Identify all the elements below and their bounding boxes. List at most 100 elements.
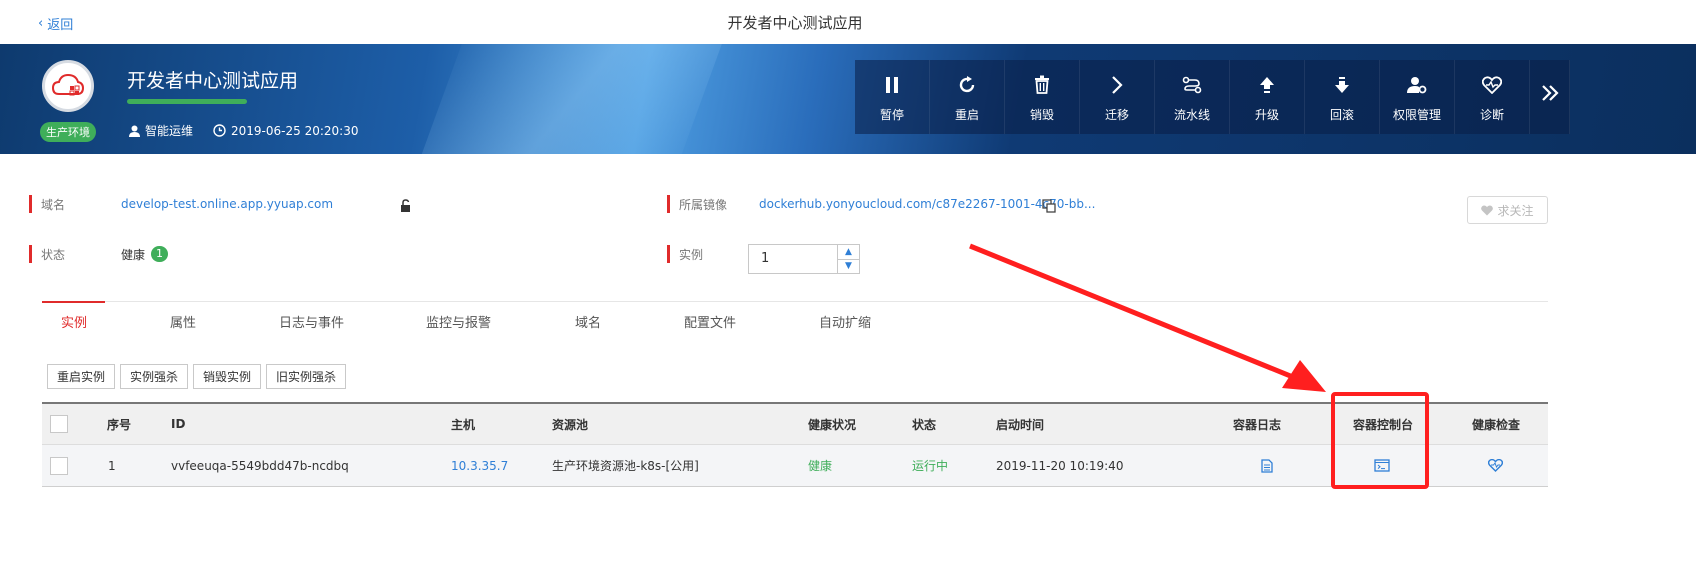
status-text: 健康 bbox=[121, 247, 146, 262]
row-index: 1 bbox=[108, 458, 116, 473]
status-label: 状态 bbox=[41, 247, 66, 262]
app-progress-bar bbox=[127, 99, 247, 104]
pause-label: 暂停 bbox=[879, 107, 904, 122]
banner-light-streak bbox=[403, 44, 737, 154]
field-marker bbox=[29, 245, 32, 263]
col-start-time: 启动时间 bbox=[996, 417, 1045, 432]
col-health: 健康状况 bbox=[808, 417, 857, 432]
cloud-app-icon bbox=[51, 73, 85, 96]
restart-label: 重启 bbox=[954, 107, 979, 122]
copy-icon[interactable] bbox=[1042, 199, 1056, 213]
app-banner: 生产环境 开发者中心测试应用 智能运维 2019-06-25 20:20:30 … bbox=[0, 44, 1696, 154]
instance-actions: 重启实例 实例强杀 销毁实例 旧实例强杀 bbox=[47, 364, 347, 389]
diagnose-button[interactable]: 诊断 bbox=[1455, 60, 1530, 134]
col-index: 序号 bbox=[107, 417, 132, 432]
instance-field: 实例 bbox=[667, 245, 759, 263]
migrate-label: 迁移 bbox=[1104, 107, 1129, 122]
instance-table: 序号 ID 主机 资源池 健康状况 状态 启动时间 容器日志 容器控制台 健康检… bbox=[42, 402, 1548, 487]
tab-instances[interactable]: 实例 bbox=[61, 312, 87, 331]
heart-pulse-icon bbox=[1482, 72, 1502, 98]
tab-properties[interactable]: 属性 bbox=[170, 312, 196, 331]
environment-badge: 生产环境 bbox=[40, 122, 96, 142]
tab-domain[interactable]: 域名 bbox=[575, 312, 601, 331]
status-value: 健康 1 bbox=[121, 246, 169, 263]
row-checkbox[interactable] bbox=[50, 445, 68, 486]
created-time: 2019-06-25 20:20:30 bbox=[213, 124, 358, 138]
tab-config-files[interactable]: 配置文件 bbox=[684, 312, 736, 331]
app-name: 开发者中心测试应用 bbox=[127, 70, 299, 92]
pipeline-icon bbox=[1182, 72, 1202, 98]
col-health-check: 健康检查 bbox=[1472, 417, 1521, 432]
tab-autoscale[interactable]: 自动扩缩 bbox=[819, 312, 871, 331]
destroy-instance-button[interactable]: 销毁实例 bbox=[193, 364, 262, 389]
instance-count-stepper[interactable]: 1 ▲ ▼ bbox=[748, 244, 860, 274]
clock-icon bbox=[213, 124, 226, 137]
follow-button[interactable]: 求关注 bbox=[1467, 196, 1548, 224]
col-container-console: 容器控制台 bbox=[1353, 417, 1414, 432]
app-logo bbox=[42, 60, 94, 112]
top-bar: ‹ 返回 开发者中心测试应用 bbox=[0, 0, 1696, 44]
restart-instance-button[interactable]: 重启实例 bbox=[47, 364, 116, 389]
diagnose-label: 诊断 bbox=[1479, 107, 1504, 122]
upgrade-button[interactable]: 升级 bbox=[1230, 60, 1305, 134]
row-state: 运行中 bbox=[912, 459, 949, 473]
tab-logs-events[interactable]: 日志与事件 bbox=[279, 312, 344, 331]
row-host-link[interactable]: 10.3.35.7 bbox=[451, 445, 508, 486]
table-header: 序号 ID 主机 资源池 健康状况 状态 启动时间 容器日志 容器控制台 健康检… bbox=[42, 402, 1548, 445]
row-start-time: 2019-11-20 10:19:40 bbox=[996, 458, 1124, 473]
pipeline-label: 流水线 bbox=[1173, 107, 1210, 122]
force-kill-instance-button[interactable]: 实例强杀 bbox=[120, 364, 189, 389]
image-field: 所属镜像 dockerhub.yonyoucloud.com/c87e2267-… bbox=[667, 195, 1095, 213]
table-row: 1 vvfeeuqa-5549bdd47b-ncdbq 10.3.35.7 生产… bbox=[42, 445, 1548, 487]
user-settings-icon bbox=[1407, 72, 1427, 98]
container-console-icon[interactable] bbox=[1374, 445, 1390, 486]
active-tab-indicator bbox=[42, 301, 105, 303]
row-pool: 生产环境资源池-k8s-[公用] bbox=[552, 459, 699, 473]
pause-button[interactable]: 暂停 bbox=[855, 60, 930, 134]
container-log-icon[interactable] bbox=[1261, 445, 1273, 486]
domain-field: 域名 develop-test.online.app.yyuap.com bbox=[29, 195, 333, 213]
stepper-arrows: ▲ ▼ bbox=[837, 245, 859, 273]
select-all-checkbox[interactable] bbox=[50, 404, 68, 444]
pipeline-button[interactable]: 流水线 bbox=[1155, 60, 1230, 134]
domain-link[interactable]: develop-test.online.app.yyuap.com bbox=[121, 197, 333, 211]
upgrade-label: 升级 bbox=[1254, 107, 1279, 122]
owner: 智能运维 bbox=[129, 122, 193, 139]
force-kill-old-instance-button[interactable]: 旧实例强杀 bbox=[266, 364, 347, 389]
unlock-icon[interactable] bbox=[399, 199, 413, 212]
instance-count-value[interactable]: 1 bbox=[749, 245, 837, 273]
follow-label: 求关注 bbox=[1497, 203, 1534, 218]
created-time-label: 2019-06-25 20:20:30 bbox=[231, 123, 359, 138]
user-icon bbox=[129, 125, 140, 137]
row-health: 健康 bbox=[808, 459, 833, 473]
col-container-log: 容器日志 bbox=[1233, 417, 1282, 432]
chevron-right-icon bbox=[1111, 72, 1123, 98]
pause-icon bbox=[884, 72, 900, 98]
col-pool: 资源池 bbox=[552, 417, 589, 432]
migrate-button[interactable]: 迁移 bbox=[1080, 60, 1155, 134]
destroy-button[interactable]: 销毁 bbox=[1005, 60, 1080, 134]
restart-button[interactable]: 重启 bbox=[930, 60, 1005, 134]
row-id: vvfeeuqa-5549bdd47b-ncdbq bbox=[171, 458, 349, 473]
status-field: 状态 健康 1 bbox=[29, 245, 169, 263]
more-actions-button[interactable] bbox=[1530, 60, 1570, 134]
decrement-icon[interactable]: ▼ bbox=[838, 260, 859, 274]
upgrade-icon bbox=[1259, 72, 1275, 98]
col-host: 主机 bbox=[451, 417, 476, 432]
field-marker bbox=[667, 245, 670, 263]
image-label: 所属镜像 bbox=[679, 197, 728, 212]
domain-label: 域名 bbox=[41, 197, 66, 212]
app-meta: 智能运维 2019-06-25 20:20:30 bbox=[129, 122, 358, 139]
page-title: 开发者中心测试应用 bbox=[727, 14, 863, 32]
action-toolbar: 暂停 重启 销毁 迁移 流水线 升级 回滚 权限管理 诊断 bbox=[855, 60, 1570, 134]
healthy-count-badge: 1 bbox=[151, 246, 169, 262]
rollback-button[interactable]: 回滚 bbox=[1305, 60, 1380, 134]
tab-monitoring-alerts[interactable]: 监控与报警 bbox=[426, 312, 491, 331]
permission-button[interactable]: 权限管理 bbox=[1380, 60, 1455, 134]
instance-label: 实例 bbox=[679, 247, 704, 262]
trash-icon bbox=[1034, 72, 1050, 98]
health-check-icon[interactable] bbox=[1488, 445, 1503, 486]
restart-icon bbox=[957, 72, 977, 98]
increment-icon[interactable]: ▲ bbox=[838, 245, 859, 260]
detail-tabs: 实例 属性 日志与事件 监控与报警 域名 配置文件 自动扩缩 bbox=[42, 301, 1548, 341]
